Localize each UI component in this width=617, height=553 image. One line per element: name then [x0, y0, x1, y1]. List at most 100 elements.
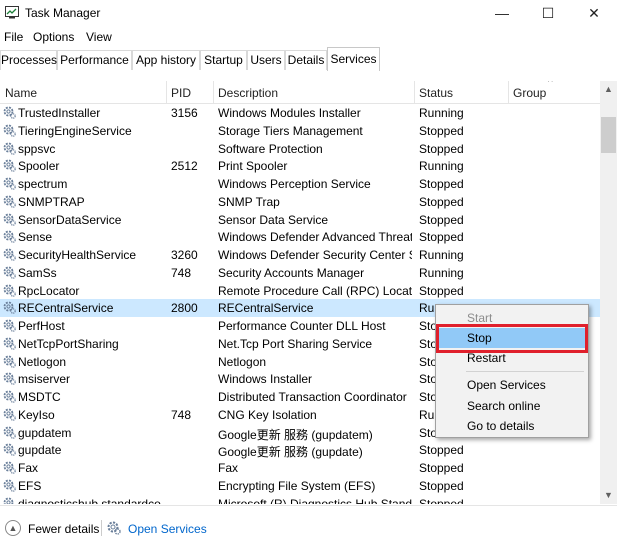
service-description-cell: CNG Key Isolation — [218, 407, 317, 422]
service-description-cell: Windows Defender Security Center S... — [218, 248, 412, 262]
sort-caret-icon: ^ — [548, 81, 553, 88]
gear-icon — [3, 337, 16, 350]
table-header: Name PID Description Status Group ^ — [0, 81, 600, 104]
menu-options[interactable]: Options — [33, 30, 74, 44]
footer: ▲ Fewer details Open Services — [0, 505, 617, 553]
service-name-cell: Sense — [18, 230, 53, 245]
task-manager-icon — [5, 6, 19, 19]
menu-view[interactable]: View — [86, 30, 112, 44]
tab-users[interactable]: Users — [247, 50, 285, 70]
vertical-scrollbar[interactable]: ▲ ▼ — [600, 81, 617, 504]
tab-performance[interactable]: Performance — [57, 50, 132, 70]
scroll-down-arrow-icon[interactable]: ▼ — [600, 487, 617, 504]
tab-services[interactable]: Services — [327, 47, 380, 72]
column-header-status[interactable]: Status — [419, 86, 453, 100]
service-pid-cell: 3156 — [171, 106, 198, 120]
service-status-cell: Running — [419, 106, 464, 120]
service-description-cell: Print Spooler — [218, 159, 288, 174]
minimize-button[interactable]: — — [479, 0, 525, 27]
table-row[interactable]: SecurityHealthService 3260 Windows Defende… — [0, 246, 600, 264]
menu-item-go-to-details[interactable]: Go to details — [438, 416, 586, 436]
close-button[interactable]: ✕ — [571, 0, 617, 27]
service-status-cell: Running — [419, 159, 464, 174]
footer-divider — [101, 520, 102, 536]
service-status-cell: Stopped — [419, 283, 464, 298]
service-description-cell: RECentralService — [218, 301, 314, 316]
gear-icon — [3, 248, 16, 261]
service-status-cell: Stopped — [419, 461, 464, 475]
gear-icon — [3, 213, 16, 226]
table-row[interactable]: Sense Windows Defender Advanced Threat...… — [0, 228, 600, 246]
column-header-pid[interactable]: PID — [171, 86, 191, 100]
gear-icon — [3, 106, 16, 119]
service-description-cell: Distributed Transaction Coordinator — [218, 390, 407, 404]
table-row[interactable]: RpcLocator Remote Procedure Call (RPC) Lo… — [0, 282, 600, 300]
menu-file[interactable]: File — [4, 30, 23, 44]
service-pid-cell: 748 — [171, 265, 192, 280]
column-divider[interactable] — [508, 81, 509, 103]
service-status-cell: Running — [419, 248, 464, 262]
gear-icon — [3, 319, 16, 332]
table-row[interactable]: TrustedInstaller 3156 Windows Modules Inst… — [0, 104, 600, 122]
gear-icon — [3, 479, 16, 492]
scroll-up-arrow-icon[interactable]: ▲ — [600, 81, 617, 98]
service-status-cell: Stopped — [419, 194, 464, 209]
table-row[interactable]: gupdate Google更新 服務 (gupdate) Stopped — [0, 441, 600, 459]
service-name-cell: TieringEngineService — [18, 123, 132, 138]
table-row[interactable]: SensorDataService Sensor Data Service Stop… — [0, 211, 600, 229]
maximize-button[interactable]: ☐ — [525, 0, 571, 27]
gear-icon — [3, 177, 16, 190]
menu-item-open-services[interactable]: Open Services — [438, 375, 586, 395]
table-row[interactable]: sppsvc Software Protection Stopped — [0, 140, 600, 158]
chevron-up-icon[interactable]: ▲ — [5, 520, 21, 536]
service-name-cell: RpcLocator — [18, 283, 80, 298]
menu-item-label: Search online — [467, 399, 541, 413]
column-header-name[interactable]: Name — [5, 86, 37, 100]
service-name-cell: KeyIso — [18, 407, 55, 422]
service-status-cell: Stopped — [419, 212, 464, 227]
column-divider[interactable] — [213, 81, 214, 103]
gear-icon — [3, 497, 16, 504]
services-table: Name PID Description Status Group ^ Trus… — [0, 81, 600, 504]
table-row[interactable]: Fax Fax Stopped — [0, 459, 600, 477]
service-description-cell: Performance Counter DLL Host — [218, 319, 386, 333]
table-row[interactable]: diagnosticshub.standardco... Microsoft (R… — [0, 495, 600, 505]
tab-app-history[interactable]: App history — [132, 50, 200, 70]
service-status-cell: Running — [419, 265, 464, 280]
gear-icon — [3, 142, 16, 155]
table-row[interactable]: SamSs 748 Security Accounts Manager Running — [0, 264, 600, 282]
column-header-description[interactable]: Description — [218, 86, 278, 100]
service-pid-cell: 2512 — [171, 159, 198, 174]
service-status-cell: Stopped — [419, 443, 464, 458]
service-description-cell: Windows Modules Installer — [218, 106, 361, 120]
column-divider[interactable] — [166, 81, 167, 103]
scrollbar-thumb[interactable] — [601, 117, 616, 153]
tab-startup[interactable]: Startup — [200, 50, 247, 70]
service-description-cell: SNMP Trap — [218, 194, 280, 209]
tab-details[interactable]: Details — [285, 50, 327, 70]
gear-icon — [3, 408, 16, 421]
table-row[interactable]: TieringEngineService Storage Tiers Manage… — [0, 122, 600, 140]
table-row[interactable]: SNMPTRAP SNMP Trap Stopped — [0, 193, 600, 211]
service-status-cell: Stopped — [419, 123, 464, 138]
service-status-cell: Stopped — [419, 478, 464, 493]
column-header-group[interactable]: Group — [513, 86, 546, 100]
service-name-cell: Netlogon — [18, 354, 67, 369]
gear-icon — [3, 461, 16, 474]
service-pid-cell: 3260 — [171, 248, 198, 262]
fewer-details-link[interactable]: Fewer details — [28, 522, 99, 536]
table-row[interactable]: EFS Encrypting File System (EFS) Stopped — [0, 477, 600, 495]
open-services-link[interactable]: Open Services — [128, 522, 207, 536]
service-status-cell: Stopped — [419, 496, 464, 505]
menu-separator — [466, 371, 584, 372]
column-divider[interactable] — [414, 81, 415, 103]
service-name-cell: MSDTC — [18, 390, 61, 404]
table-row[interactable]: Spooler 2512 Print Spooler Running — [0, 157, 600, 175]
service-pid-cell: 2800 — [171, 301, 198, 316]
tab-processes[interactable]: Processes — [0, 50, 57, 70]
gear-icon — [3, 230, 16, 244]
menu-item-search-online[interactable]: Search online — [438, 396, 586, 416]
service-description-cell: Security Accounts Manager — [218, 265, 365, 280]
table-row[interactable]: spectrum Windows Perception Service Stoppe… — [0, 175, 600, 193]
service-description-cell: Netlogon — [218, 354, 267, 369]
